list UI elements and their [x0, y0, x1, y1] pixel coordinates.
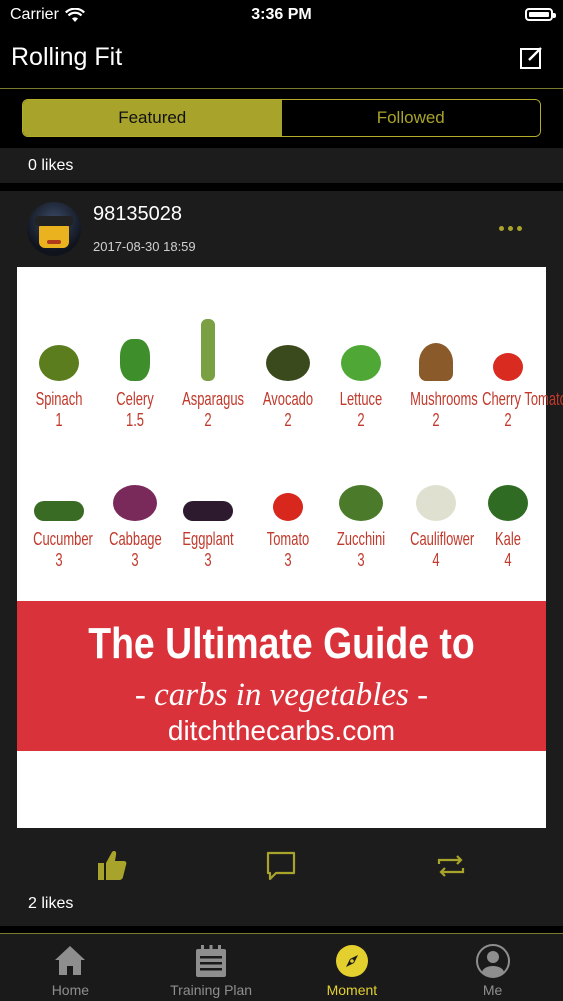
- vegetable-picture: [341, 345, 381, 381]
- vegetable-name: Cabbage: [109, 529, 162, 549]
- vegetable-item: Zucchini 3: [325, 459, 397, 571]
- vegetable-carbs: 4: [504, 550, 512, 570]
- tab-training-plan[interactable]: Training Plan: [141, 934, 282, 1001]
- vegetable-name: Spinach: [35, 389, 83, 409]
- vegetable-picture: [183, 501, 233, 521]
- image-banner: The Ultimate Guide to - carbs in vegetab…: [17, 601, 546, 751]
- status-time: 3:36 PM: [251, 6, 312, 23]
- banner-website: ditchthecarbs.com: [167, 715, 396, 746]
- battery-icon: [525, 8, 556, 21]
- vegetable-item: Asparagus 2: [172, 319, 244, 431]
- vegetable-item: Tomato 3: [252, 459, 324, 571]
- vegetable-picture: [416, 485, 456, 521]
- bottom-tab-bar: Home Training Plan Moment Me: [0, 933, 563, 1001]
- vegetable-carbs: 2: [357, 410, 365, 430]
- tab-label: Moment: [326, 982, 378, 998]
- vegetable-picture: [493, 353, 523, 381]
- vegetable-item: Cherry Tomatoes2: [472, 319, 563, 431]
- vegetable-name: Eggplant: [182, 529, 234, 549]
- vegetable-carbs: 3: [204, 550, 212, 570]
- vegetable-picture: [488, 485, 528, 521]
- tab-featured[interactable]: Featured: [23, 100, 282, 136]
- post-actions: [0, 848, 563, 888]
- vegetable-name: Kale: [495, 529, 521, 549]
- feed-segmented-control: Featured Followed: [22, 99, 541, 137]
- vegetable-name: Cucumber: [33, 529, 93, 549]
- vegetable-item: Cabbage 3: [99, 459, 171, 571]
- vegetable-picture: [34, 501, 84, 521]
- tab-label: Home: [51, 982, 90, 998]
- vegetable-picture: [273, 493, 303, 521]
- tab-me[interactable]: Me: [422, 934, 563, 1001]
- share-repost-icon[interactable]: [434, 849, 468, 883]
- vegetable-picture: [113, 485, 157, 521]
- vegetable-name: Celery: [116, 389, 154, 409]
- vegetable-carbs: 2: [504, 410, 512, 430]
- vegetable-picture: [266, 345, 310, 381]
- vegetable-picture: [339, 485, 383, 521]
- avatar[interactable]: [27, 202, 81, 256]
- vegetable-name: Lettuce: [339, 389, 383, 409]
- vegetable-carbs: 2: [204, 410, 212, 430]
- like-thumbs-up-icon[interactable]: [95, 848, 129, 882]
- previous-post-likes: 0 likes: [0, 148, 563, 183]
- vegetable-item: Celery 1.5: [99, 319, 171, 431]
- tab-home[interactable]: Home: [0, 934, 141, 1001]
- vegetable-name: Zucchini: [336, 529, 386, 549]
- vegetable-name: Tomato: [266, 529, 310, 549]
- post-image[interactable]: Spinach 1 Celery 1.5 Asparagus 2 Avocado 2 Lettu…: [17, 267, 563, 828]
- vegetable-item: Mushrooms 2: [400, 319, 478, 431]
- tab-label: Me: [482, 982, 503, 998]
- tab-label: Training Plan: [170, 982, 253, 998]
- vegetable-item: Lettuce 2: [325, 319, 397, 431]
- vegetable-item: Kale 4: [472, 459, 544, 571]
- post-likes: 2 likes: [0, 888, 563, 920]
- person-icon: [475, 944, 510, 978]
- vegetable-picture: [120, 339, 150, 381]
- vegetable-carbs: 3: [55, 550, 63, 570]
- vegetable-carbs: 2: [284, 410, 292, 430]
- vegetable-carbs: 4: [432, 550, 440, 570]
- status-bar: Carrier 3:36 PM: [0, 0, 563, 30]
- vegetable-carbs: 1.5: [125, 410, 145, 430]
- vegetable-picture: [39, 345, 79, 381]
- more-options-icon[interactable]: [499, 222, 525, 234]
- vegetable-name: Asparagus: [182, 389, 245, 409]
- vegetable-item: Cucumber 3: [23, 459, 95, 571]
- tab-moment[interactable]: Moment: [282, 934, 423, 1001]
- vegetable-item: Cauliflower 4: [400, 459, 475, 571]
- vegetable-carbs: 3: [131, 550, 139, 570]
- calendar-icon: [196, 945, 227, 977]
- vegetable-carbs: 3: [357, 550, 365, 570]
- banner-title: The Ultimate Guide to: [88, 619, 475, 668]
- page-title: Rolling Fit: [11, 43, 123, 71]
- compass-icon: [335, 945, 368, 977]
- comment-icon[interactable]: [264, 849, 298, 883]
- post-date: 2017-08-30 18:59: [93, 239, 196, 254]
- vegetable-name: Mushrooms: [410, 389, 478, 409]
- navigation-bar: Rolling Fit: [0, 30, 563, 89]
- vegetable-name: Cauliflower: [410, 529, 475, 549]
- tab-followed[interactable]: Followed: [281, 100, 540, 136]
- vegetable-carbs: 3: [284, 550, 292, 570]
- vegetable-picture: [201, 319, 215, 381]
- compose-icon[interactable]: [519, 44, 545, 70]
- vegetable-item: Eggplant 3: [172, 459, 244, 571]
- vegetable-carbs: 2: [432, 410, 440, 430]
- post-username[interactable]: 98135028: [93, 203, 182, 226]
- home-icon: [55, 946, 86, 975]
- vegetable-picture: [419, 343, 453, 381]
- vegetable-item: Spinach 1: [23, 319, 95, 431]
- vegetable-name: Cherry Tomatoes: [482, 389, 563, 409]
- vegetable-name: Avocado: [262, 389, 314, 409]
- vegetable-carbs: 1: [55, 410, 63, 430]
- vegetable-item: Avocado 2: [252, 319, 324, 431]
- banner-subtitle: - carbs in vegetables -: [134, 677, 429, 713]
